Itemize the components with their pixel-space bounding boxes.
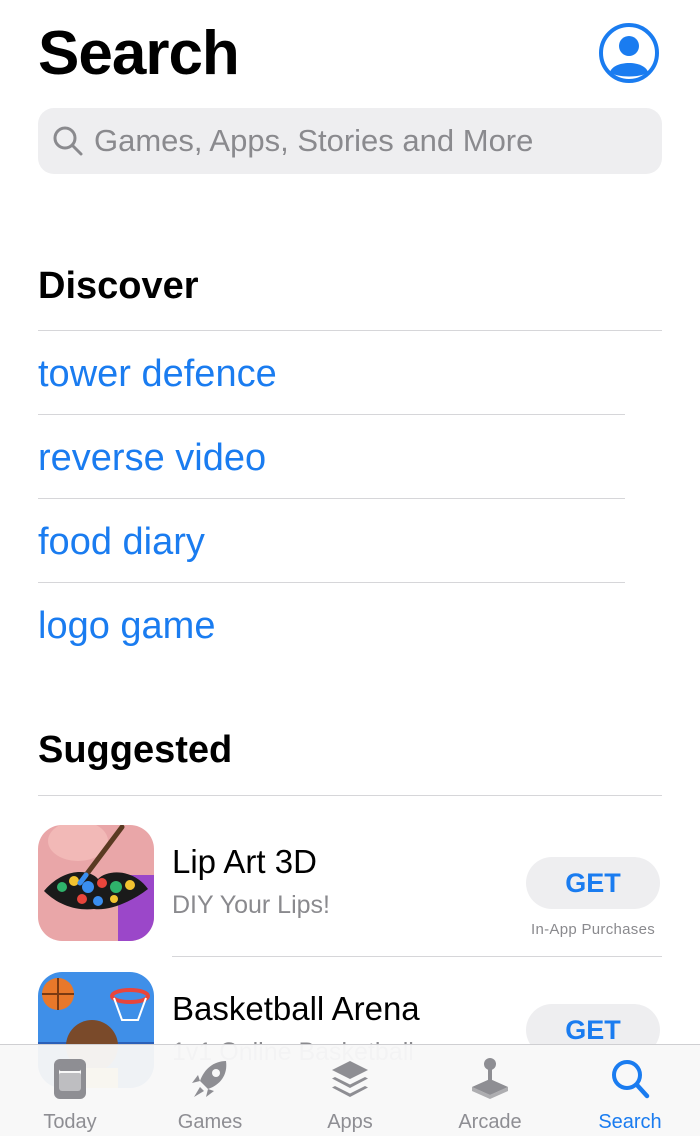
page-title: Search — [38, 19, 240, 88]
app-row-lip-art-3d[interactable]: Lip Art 3D DIY Your Lips! GET In-App Pur… — [38, 825, 662, 965]
tab-label: Arcade — [458, 1111, 522, 1133]
app-name: Lip Art 3D — [172, 843, 317, 880]
in-app-purchases-note: In-App Purchases — [530, 921, 656, 938]
divider — [38, 498, 625, 499]
account-button[interactable] — [598, 22, 660, 84]
tab-today[interactable]: Today — [0, 1045, 140, 1136]
tab-search[interactable]: Search — [560, 1045, 700, 1136]
discover-item[interactable]: food diary — [38, 500, 205, 584]
divider — [38, 330, 662, 331]
apps-stack-icon — [332, 1061, 368, 1097]
tab-apps[interactable]: Apps — [280, 1045, 420, 1136]
suggested-heading: Suggested — [38, 729, 233, 771]
rocket-icon — [192, 1061, 227, 1097]
search-icon — [612, 1060, 650, 1099]
get-button[interactable]: GET — [526, 857, 660, 909]
tab-games[interactable]: Games — [140, 1045, 280, 1136]
account-icon — [599, 23, 659, 83]
search-bar[interactable] — [38, 108, 662, 174]
tab-bar: Today Games Apps Arcade Search — [0, 1044, 700, 1136]
tab-label: Search — [598, 1111, 662, 1133]
app-name: Basketball Arena — [172, 990, 420, 1027]
divider — [38, 795, 662, 796]
divider — [38, 414, 625, 415]
search-input[interactable] — [94, 108, 654, 174]
tab-arcade[interactable]: Arcade — [420, 1045, 560, 1136]
search-icon — [53, 126, 83, 156]
discover-item[interactable]: reverse video — [38, 416, 266, 500]
tab-label: Today — [43, 1111, 97, 1133]
joystick-icon — [472, 1058, 508, 1099]
discover-item[interactable]: logo game — [38, 584, 215, 668]
lip-art-3d-app-icon[interactable] — [38, 825, 154, 941]
today-icon — [54, 1059, 86, 1099]
divider — [172, 956, 662, 957]
discover-item[interactable]: tower defence — [38, 332, 277, 416]
discover-heading: Discover — [38, 265, 199, 307]
divider — [38, 582, 625, 583]
tab-label: Apps — [327, 1111, 373, 1133]
tab-label: Games — [177, 1111, 243, 1133]
app-subtitle: DIY Your Lips! — [172, 891, 330, 919]
